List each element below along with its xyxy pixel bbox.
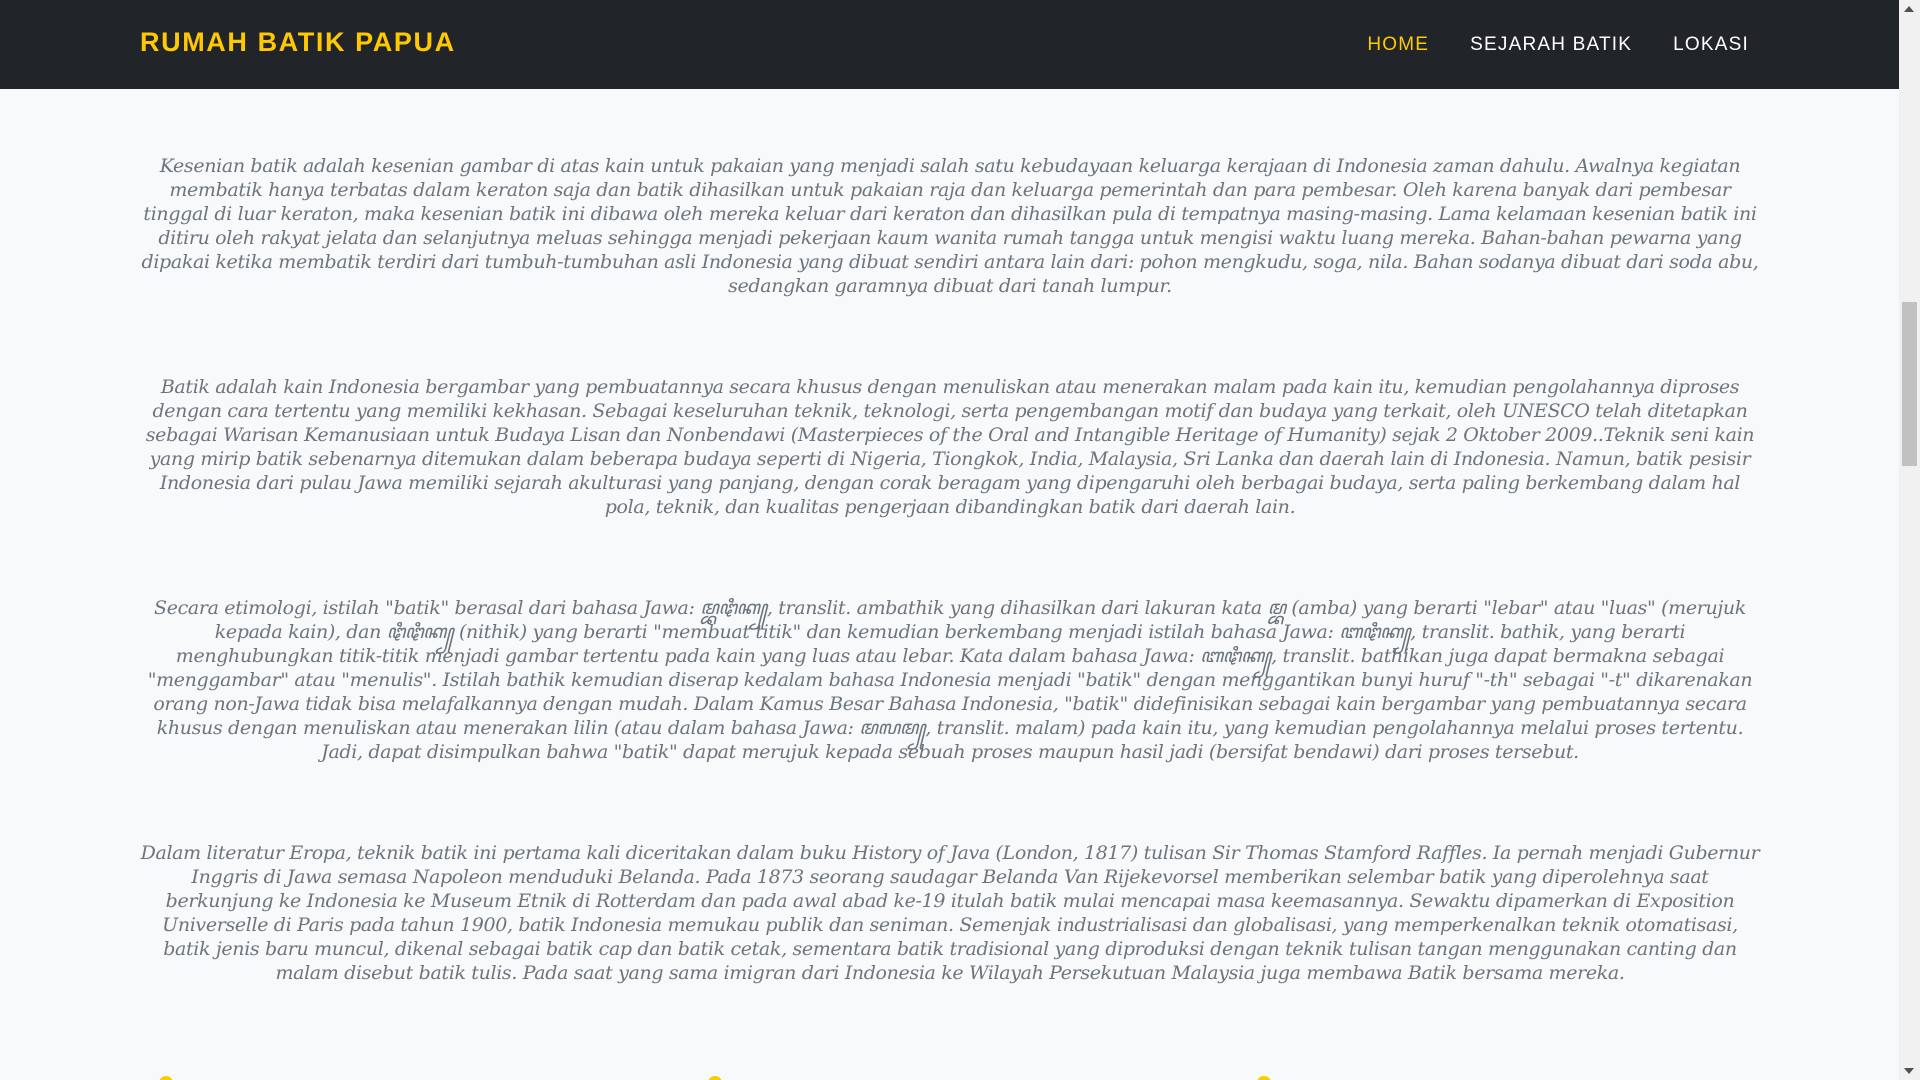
paragraph-etimologi: Secara etimologi, istilah "batik" berasa… bbox=[147, 597, 1753, 763]
navbar: RUMAH BATIK PAPUA HOME SEJARAH BATIK LOK… bbox=[0, 0, 1899, 89]
feature-icon bbox=[159, 1076, 173, 1080]
brand-logo[interactable]: RUMAH BATIK PAPUA bbox=[140, 27, 456, 58]
scrollbar-thumb[interactable] bbox=[1902, 302, 1917, 466]
scroll-down-arrow-icon[interactable] bbox=[1904, 1068, 1914, 1074]
main-content: Kesenian batik adalah kesenian gambar di… bbox=[140, 154, 1760, 985]
nav-link-home[interactable]: HOME bbox=[1367, 34, 1429, 56]
page: RUMAH BATIK PAPUA HOME SEJARAH BATIK LOK… bbox=[0, 0, 1920, 1080]
vertical-scrollbar[interactable] bbox=[1899, 0, 1920, 1080]
nav-links: HOME SEJARAH BATIK LOKASI bbox=[1326, 0, 1749, 89]
feature-icon bbox=[1257, 1076, 1271, 1080]
paragraph-kesenian-batik: Kesenian batik adalah kesenian gambar di… bbox=[141, 155, 1759, 297]
nav-link-lokasi[interactable]: LOKASI bbox=[1673, 34, 1749, 56]
paragraph-literatur-eropa: Dalam literatur Eropa, teknik batik ini … bbox=[140, 842, 1760, 984]
nav-link-sejarah-batik[interactable]: SEJARAH BATIK bbox=[1470, 34, 1632, 56]
scroll-up-arrow-icon[interactable] bbox=[1904, 6, 1914, 12]
paragraph-batik-definition: Batik adalah kain Indonesia bergambar ya… bbox=[145, 376, 1755, 518]
feature-icon bbox=[708, 1076, 722, 1080]
